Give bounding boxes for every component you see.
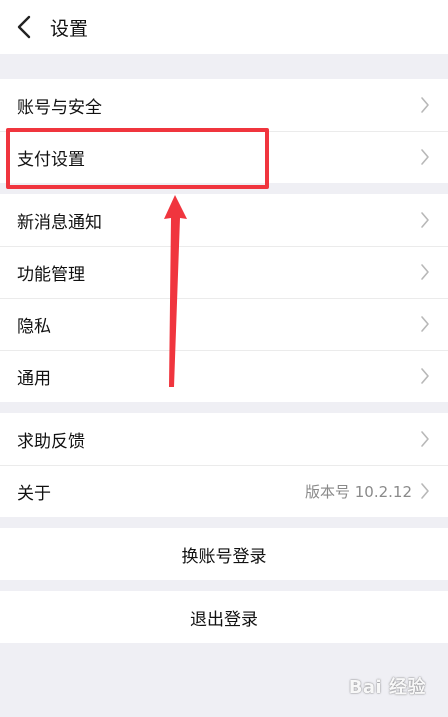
menu-item-label: 求助反馈 (17, 431, 85, 452)
menu-item-feature-management[interactable]: 功能管理 (0, 246, 448, 298)
menu-item-label: 隐私 (17, 316, 51, 337)
menu-item-label: 账号与安全 (17, 97, 102, 118)
settings-group-help: 求助反馈 关于 版本号 10.2.12 (0, 413, 448, 517)
chevron-right-icon (420, 315, 430, 333)
menu-item-account-security[interactable]: 账号与安全 (0, 79, 448, 131)
chevron-right-icon (420, 148, 430, 166)
logout-button[interactable]: 退出登录 (0, 591, 448, 643)
menu-item-help-feedback[interactable]: 求助反馈 (0, 413, 448, 465)
chevron-right-icon (420, 263, 430, 281)
version-text: 版本号 10.2.12 (304, 482, 412, 501)
menu-item-privacy[interactable]: 隐私 (0, 298, 448, 350)
chevron-right-icon (420, 482, 430, 500)
menu-item-label: 功能管理 (17, 264, 85, 285)
chevron-left-icon[interactable] (2, 0, 46, 54)
menu-item-about[interactable]: 关于 版本号 10.2.12 (0, 465, 448, 517)
page-title: 设置 (50, 17, 89, 40)
menu-item-payment-settings[interactable]: 支付设置 (0, 131, 448, 183)
chevron-right-icon (420, 430, 430, 448)
menu-item-notifications[interactable]: 新消息通知 (0, 194, 448, 246)
menu-item-label: 支付设置 (17, 149, 85, 170)
menu-item-label: 关于 (17, 483, 51, 504)
chevron-right-icon (420, 96, 430, 114)
settings-group-general: 新消息通知 功能管理 隐私 通用 (0, 194, 448, 402)
menu-item-label: 通用 (17, 368, 51, 389)
switch-account-button[interactable]: 换账号登录 (0, 528, 448, 580)
watermark: Bai 经验 (348, 677, 426, 698)
settings-group-account: 账号与安全 支付设置 (0, 79, 448, 183)
chevron-right-icon (420, 367, 430, 385)
chevron-right-icon (420, 211, 430, 229)
menu-item-general[interactable]: 通用 (0, 350, 448, 402)
top-bar: 设置 (0, 0, 448, 54)
menu-item-label: 新消息通知 (17, 212, 102, 233)
